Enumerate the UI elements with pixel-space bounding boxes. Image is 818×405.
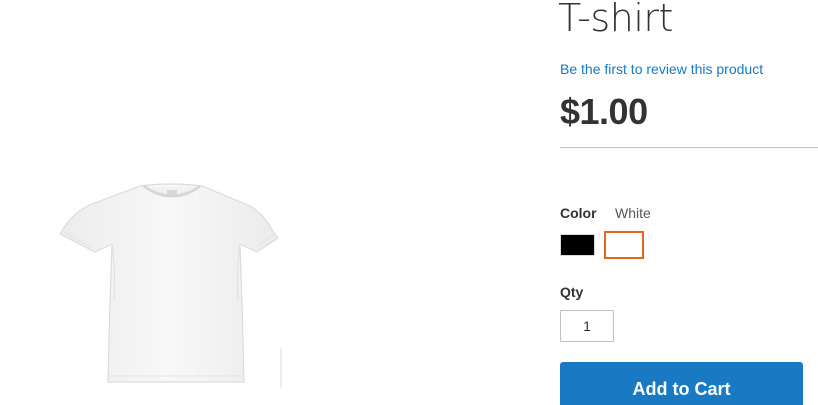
- divider: [560, 147, 818, 148]
- color-selected-value: White: [615, 205, 651, 221]
- product-price: $1.00: [560, 91, 648, 132]
- color-attribute: Color White: [560, 204, 651, 222]
- product-main-image[interactable]: [52, 172, 298, 394]
- swatch-black[interactable]: [560, 234, 595, 256]
- review-link[interactable]: Be the first to review this product: [560, 60, 763, 78]
- product-title: T-shirt: [558, 0, 673, 40]
- swatch-white[interactable]: [604, 231, 644, 259]
- product-info: T-shirt Be the first to review this prod…: [558, 0, 818, 405]
- add-to-cart-button[interactable]: Add to Cart: [560, 362, 803, 405]
- qty-input[interactable]: [560, 310, 614, 342]
- qty-label: Qty: [560, 284, 584, 300]
- color-label: Color: [560, 205, 597, 221]
- product-page: T-shirt Be the first to review this prod…: [0, 0, 818, 405]
- product-gallery: [0, 0, 540, 405]
